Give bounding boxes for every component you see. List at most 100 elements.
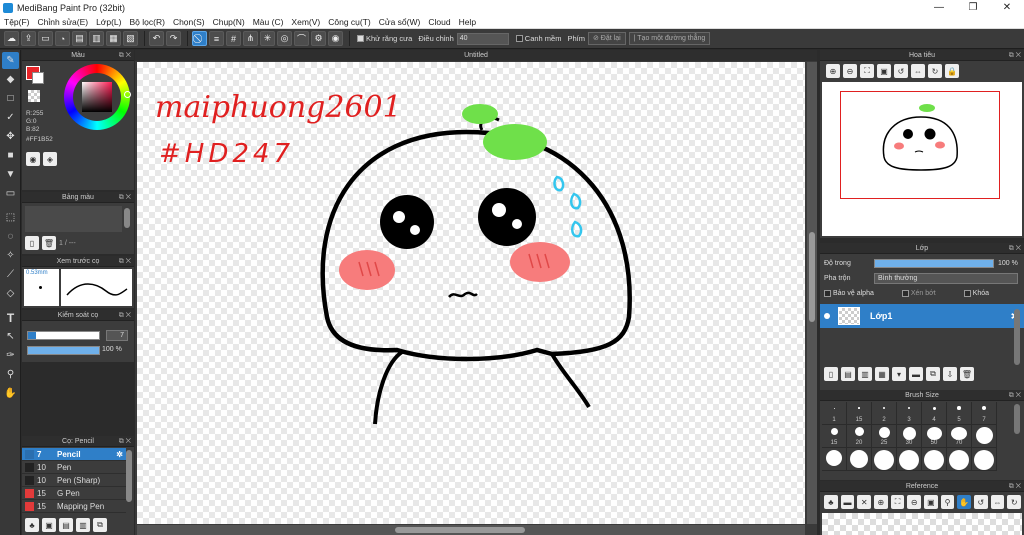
- select-tool-icon[interactable]: ⬚: [2, 209, 19, 226]
- comment-icon[interactable]: ▭: [38, 31, 53, 46]
- fit-icon[interactable]: ⛶: [860, 64, 874, 78]
- zoom-in-icon[interactable]: ⊕: [826, 64, 840, 78]
- lasso-tool-icon[interactable]: ◌: [2, 228, 19, 245]
- menu-filter[interactable]: Bộ lọc(R): [130, 17, 165, 27]
- brush-tool-icon[interactable]: ✎: [2, 52, 19, 69]
- snap-cross-icon[interactable]: #: [226, 31, 241, 46]
- select-pen-icon[interactable]: ⟋: [2, 266, 19, 283]
- brush-size-cell[interactable]: [947, 448, 972, 471]
- maximize-button[interactable]: ❐: [956, 0, 990, 15]
- canvas-vertical-scrollbar[interactable]: [807, 62, 817, 524]
- brush-size-cell[interactable]: [972, 448, 997, 471]
- snap-vanishing-icon[interactable]: ⋔: [243, 31, 258, 46]
- layer-scrollbar[interactable]: [1014, 309, 1020, 365]
- move-tool-icon[interactable]: ✥: [2, 128, 19, 145]
- snap-extra-icon[interactable]: ◉: [328, 31, 343, 46]
- new-1bit-layer-icon[interactable]: ▦: [875, 367, 889, 381]
- menu-window[interactable]: Cửa sổ(W): [379, 17, 421, 27]
- brush-size-slider[interactable]: [27, 331, 100, 340]
- brush-size-cell[interactable]: 1: [822, 402, 847, 425]
- lock-checkbox[interactable]: [963, 290, 971, 297]
- export-icon[interactable]: ⇪: [21, 31, 36, 46]
- drawing-canvas[interactable]: maiphuong2601 #HD247: [137, 62, 805, 524]
- bucket-tool-icon[interactable]: ▼: [2, 166, 19, 183]
- brush-list-item[interactable]: 15 G Pen: [22, 487, 126, 500]
- brush-size-cell[interactable]: 2: [872, 402, 897, 425]
- text-tool-icon[interactable]: T: [2, 309, 19, 326]
- brush-size-cell[interactable]: [972, 425, 997, 448]
- create-line-button[interactable]: | Tạo một đường thẳng: [628, 32, 711, 45]
- canvas-tab[interactable]: Untitled: [135, 50, 817, 61]
- menu-view[interactable]: Xem(V): [291, 17, 320, 27]
- ref-zoom-in-icon[interactable]: ⊕: [874, 495, 888, 509]
- speech-bubble-icon[interactable]: ◔: [55, 31, 70, 46]
- actual-size-icon[interactable]: ▣: [877, 64, 891, 78]
- zoom-out-icon[interactable]: ⊖: [843, 64, 857, 78]
- ref-fit-icon[interactable]: ⛶: [890, 495, 905, 509]
- antialias-checkbox[interactable]: [357, 35, 364, 42]
- brush-size-cell[interactable]: [897, 448, 922, 471]
- smooth-checkbox[interactable]: [515, 35, 523, 42]
- undo-icon[interactable]: ↶: [149, 31, 164, 46]
- magic-wand-icon[interactable]: ✧: [2, 247, 19, 264]
- menu-color[interactable]: Màu (C): [253, 17, 284, 27]
- ref-flip-icon[interactable]: ⇔: [990, 495, 1005, 509]
- dot-brush-icon[interactable]: ✓: [2, 109, 19, 126]
- select-eraser-icon[interactable]: ◇: [2, 285, 19, 302]
- rotate-right-icon[interactable]: ↻: [928, 64, 942, 78]
- rect-tool-icon[interactable]: □: [2, 90, 19, 107]
- adjust-select[interactable]: 40: [456, 32, 509, 45]
- brush-size-cell[interactable]: 7: [972, 402, 997, 425]
- brush-size-cell[interactable]: 5: [947, 402, 972, 425]
- delete-palette-icon[interactable]: 🗑: [42, 236, 56, 250]
- merge-layer-icon[interactable]: ⇩: [943, 367, 957, 381]
- operation-tool-icon[interactable]: ↖: [2, 328, 19, 345]
- snap-curve-icon[interactable]: ⌒: [294, 31, 309, 46]
- delete-layer-icon[interactable]: 🗑: [960, 367, 974, 381]
- reset-button[interactable]: ⊘ Đặt lại: [587, 32, 626, 45]
- menu-select[interactable]: Chọn(S): [173, 17, 205, 27]
- brush-list-scrollbar[interactable]: [126, 450, 132, 502]
- menu-layer[interactable]: Lớp(L): [96, 17, 121, 27]
- blend-mode-select[interactable]: Bình thường: [874, 273, 1018, 284]
- flip-icon[interactable]: ⇔: [911, 64, 925, 78]
- menu-edit[interactable]: Chỉnh sửa(E): [38, 17, 89, 27]
- rotate-left-icon[interactable]: ↺: [894, 64, 908, 78]
- brush-copy-icon[interactable]: ▣: [42, 518, 56, 532]
- brush-duplicate-icon[interactable]: ⧉: [93, 518, 107, 532]
- brush-size-cell[interactable]: 3: [897, 402, 922, 425]
- redo-icon[interactable]: ↷: [166, 31, 181, 46]
- brush-list-item[interactable]: 10 Pen: [22, 461, 126, 474]
- folder-icon[interactable]: ▬: [909, 367, 923, 381]
- layer-opacity-slider[interactable]: [874, 259, 994, 268]
- layer-row[interactable]: Lớp1 ✲: [820, 304, 1024, 328]
- ref-rotate-left-icon[interactable]: ↺: [974, 495, 988, 509]
- brush-list-item[interactable]: 7 Pencil ✲: [22, 448, 126, 461]
- ref-zoom-out-icon[interactable]: ⊖: [907, 495, 922, 509]
- minimize-button[interactable]: —: [922, 0, 956, 15]
- brush-size-cell[interactable]: 50: [922, 425, 947, 448]
- color-add-icon[interactable]: ◈: [43, 152, 57, 166]
- eyedropper-icon[interactable]: ⚲: [2, 366, 19, 383]
- page-icon[interactable]: ▤: [72, 31, 87, 46]
- palette-area[interactable]: [25, 206, 122, 232]
- navigator-thumbnail[interactable]: [822, 82, 1022, 236]
- color-set-icon[interactable]: ◉: [26, 152, 40, 166]
- fill-rect-icon[interactable]: ■: [2, 147, 19, 164]
- pages-icon[interactable]: ▥: [89, 31, 104, 46]
- canvas-horizontal-scrollbar[interactable]: [137, 525, 805, 535]
- transparent-color-swatch[interactable]: [28, 90, 40, 102]
- lock-icon[interactable]: 🔒: [945, 64, 959, 78]
- layout-icon[interactable]: ▦: [106, 31, 121, 46]
- menu-help[interactable]: Help: [459, 17, 476, 27]
- brush-size-cell[interactable]: [922, 448, 947, 471]
- hue-handle[interactable]: [124, 91, 131, 98]
- brush-size-cell[interactable]: 25: [872, 425, 897, 448]
- brush-settings-icon[interactable]: ▤: [59, 518, 73, 532]
- brush-size-cell[interactable]: 15: [847, 402, 872, 425]
- new-8bit-layer-icon[interactable]: ▥: [858, 367, 872, 381]
- brush-opacity-slider[interactable]: [27, 346, 100, 355]
- brush-list-item[interactable]: 15 Mapping Pen: [22, 500, 126, 513]
- ref-hand-icon[interactable]: ✋: [957, 495, 972, 509]
- antialias-toggle[interactable]: Khử răng cưa: [357, 34, 412, 43]
